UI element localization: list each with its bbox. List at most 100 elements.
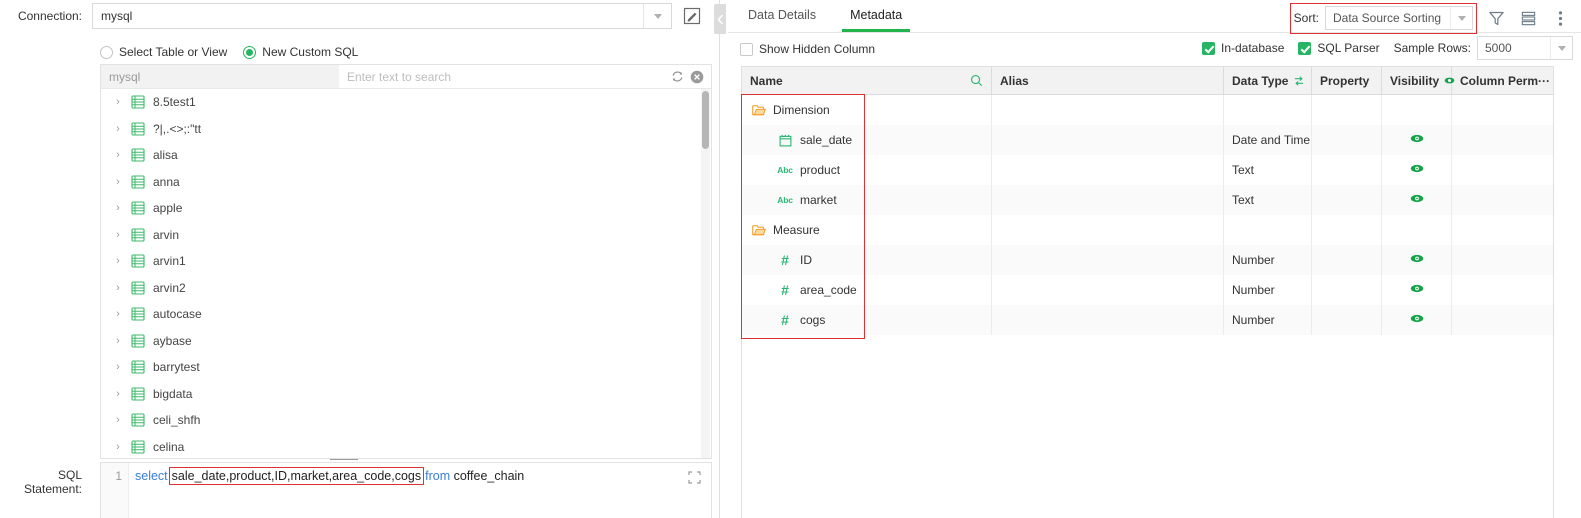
cell-alias[interactable] bbox=[992, 185, 1224, 215]
cell-alias[interactable] bbox=[992, 95, 1224, 125]
cell-name[interactable]: # area_code bbox=[742, 275, 992, 305]
table-row[interactable]: sale_date Date and Time bbox=[742, 125, 1553, 155]
eye-icon[interactable] bbox=[1410, 283, 1424, 297]
cell-visibility[interactable] bbox=[1382, 275, 1452, 305]
cell-property[interactable] bbox=[1312, 275, 1382, 305]
cell-visibility[interactable] bbox=[1382, 155, 1452, 185]
tree-item[interactable]: › autocase bbox=[101, 301, 711, 328]
sql-text[interactable]: select sale_date,product,ID,market,area_c… bbox=[129, 463, 711, 518]
tree-item[interactable]: › anna bbox=[101, 169, 711, 196]
cell-property[interactable] bbox=[1312, 155, 1382, 185]
cell-data-type[interactable]: Text bbox=[1224, 185, 1312, 215]
cell-property[interactable] bbox=[1312, 95, 1382, 125]
table-row[interactable]: # cogs Number bbox=[742, 305, 1553, 335]
cell-visibility[interactable] bbox=[1382, 125, 1452, 155]
cell-data-type[interactable]: Number bbox=[1224, 245, 1312, 275]
swap-sort-icon[interactable] bbox=[1293, 75, 1305, 87]
cell-name[interactable]: Measure bbox=[742, 215, 992, 245]
tree-item[interactable]: › arvin1 bbox=[101, 248, 711, 275]
sql-parser-checkbox[interactable] bbox=[1298, 41, 1312, 55]
chevron-right-icon[interactable]: › bbox=[111, 149, 125, 161]
show-hidden-column-option[interactable]: Show Hidden Column bbox=[740, 42, 875, 56]
table-row[interactable]: # ID Number bbox=[742, 245, 1553, 275]
cell-visibility[interactable] bbox=[1382, 95, 1452, 125]
tree-scrollbar-thumb[interactable] bbox=[702, 91, 709, 149]
search-icon[interactable] bbox=[970, 74, 983, 87]
cell-data-type[interactable]: Date and Time bbox=[1224, 125, 1312, 155]
refresh-icon[interactable] bbox=[669, 69, 685, 85]
cell-data-type[interactable]: Text bbox=[1224, 155, 1312, 185]
cell-alias[interactable] bbox=[992, 215, 1224, 245]
tree-item[interactable]: › celina bbox=[101, 434, 711, 459]
table-row[interactable]: Dimension bbox=[742, 95, 1553, 125]
cell-data-type[interactable] bbox=[1224, 95, 1312, 125]
table-row[interactable]: Abc market Text bbox=[742, 185, 1553, 215]
sql-editor[interactable]: 1 select sale_date,product,ID,market,area… bbox=[100, 462, 712, 518]
cell-visibility[interactable] bbox=[1382, 245, 1452, 275]
tree-item[interactable]: › aybase bbox=[101, 328, 711, 355]
cell-name[interactable]: # ID bbox=[742, 245, 992, 275]
chevron-right-icon[interactable]: › bbox=[111, 361, 125, 373]
chevron-right-icon[interactable]: › bbox=[111, 123, 125, 135]
radio-new-custom-sql[interactable] bbox=[243, 45, 257, 59]
cell-alias[interactable] bbox=[992, 275, 1224, 305]
cell-column-permission[interactable] bbox=[1452, 305, 1553, 335]
radio-select-table-or-view[interactable] bbox=[100, 45, 113, 59]
fullscreen-expand-icon[interactable] bbox=[688, 471, 701, 484]
cell-column-permission[interactable] bbox=[1452, 95, 1553, 125]
sql-parser-option[interactable]: SQL Parser bbox=[1298, 41, 1380, 55]
search-input-placeholder[interactable]: Enter text to search bbox=[347, 70, 665, 84]
tree-item[interactable]: › apple bbox=[101, 195, 711, 222]
cell-alias[interactable] bbox=[992, 305, 1224, 335]
tab-data-details[interactable]: Data Details bbox=[734, 0, 830, 32]
cell-property[interactable] bbox=[1312, 215, 1382, 245]
eye-icon[interactable] bbox=[1410, 193, 1424, 207]
cell-visibility[interactable] bbox=[1382, 185, 1452, 215]
cell-column-permission[interactable] bbox=[1452, 215, 1553, 245]
tree-item[interactable]: › arvin2 bbox=[101, 275, 711, 302]
eye-icon[interactable] bbox=[1410, 253, 1424, 267]
tree-search-bar[interactable]: Enter text to search bbox=[339, 65, 711, 88]
in-database-checkbox[interactable] bbox=[1201, 41, 1215, 55]
cell-column-permission[interactable] bbox=[1452, 185, 1553, 215]
chevron-right-icon[interactable]: › bbox=[111, 414, 125, 426]
cell-name[interactable]: Abc product bbox=[742, 155, 992, 185]
chevron-right-icon[interactable]: › bbox=[111, 308, 125, 320]
show-hidden-column-checkbox[interactable] bbox=[740, 42, 753, 56]
eye-icon[interactable] bbox=[1410, 133, 1424, 147]
column-header-name[interactable]: Name bbox=[742, 67, 992, 94]
tree-item[interactable]: › arvin bbox=[101, 222, 711, 249]
column-header-column-permission[interactable]: Column Perm··· bbox=[1452, 67, 1553, 94]
cell-property[interactable] bbox=[1312, 305, 1382, 335]
cell-column-permission[interactable] bbox=[1452, 155, 1553, 185]
chevron-right-icon[interactable]: › bbox=[111, 96, 125, 108]
tree-item-list[interactable]: › 8.5test1 › ?|,.<>;:"tt › alisa › anna › apple › a… bbox=[101, 89, 711, 458]
table-row[interactable]: # area_code Number bbox=[742, 275, 1553, 305]
tree-item[interactable]: › bigdata bbox=[101, 381, 711, 408]
tree-item[interactable]: › celi_shfh bbox=[101, 407, 711, 434]
cell-visibility[interactable] bbox=[1382, 305, 1452, 335]
column-header-data-type[interactable]: Data Type bbox=[1224, 67, 1312, 94]
chevron-right-icon[interactable]: › bbox=[111, 229, 125, 241]
cell-alias[interactable] bbox=[992, 125, 1224, 155]
table-row[interactable]: Abc product Text bbox=[742, 155, 1553, 185]
cell-alias[interactable] bbox=[992, 155, 1224, 185]
cell-property[interactable] bbox=[1312, 185, 1382, 215]
cell-name[interactable]: Dimension bbox=[742, 95, 992, 125]
connection-select[interactable]: mysql bbox=[92, 3, 672, 29]
cell-data-type[interactable]: Number bbox=[1224, 275, 1312, 305]
eye-icon[interactable] bbox=[1410, 163, 1424, 177]
chevron-right-icon[interactable]: › bbox=[111, 441, 125, 453]
chevron-right-icon[interactable]: › bbox=[111, 282, 125, 294]
chevron-right-icon[interactable]: › bbox=[111, 255, 125, 267]
sort-chevron-down-icon[interactable] bbox=[1450, 7, 1472, 29]
cell-data-type[interactable]: Number bbox=[1224, 305, 1312, 335]
tree-item[interactable]: › 8.5test1 bbox=[101, 89, 711, 116]
tree-scrollbar[interactable] bbox=[701, 89, 710, 458]
cell-column-permission[interactable] bbox=[1452, 275, 1553, 305]
cell-property[interactable] bbox=[1312, 245, 1382, 275]
column-header-visibility[interactable]: Visibility bbox=[1382, 67, 1455, 94]
clear-circle-icon[interactable] bbox=[689, 69, 705, 85]
more-vertical-icon[interactable] bbox=[1547, 6, 1573, 32]
cell-column-permission[interactable] bbox=[1452, 125, 1553, 155]
